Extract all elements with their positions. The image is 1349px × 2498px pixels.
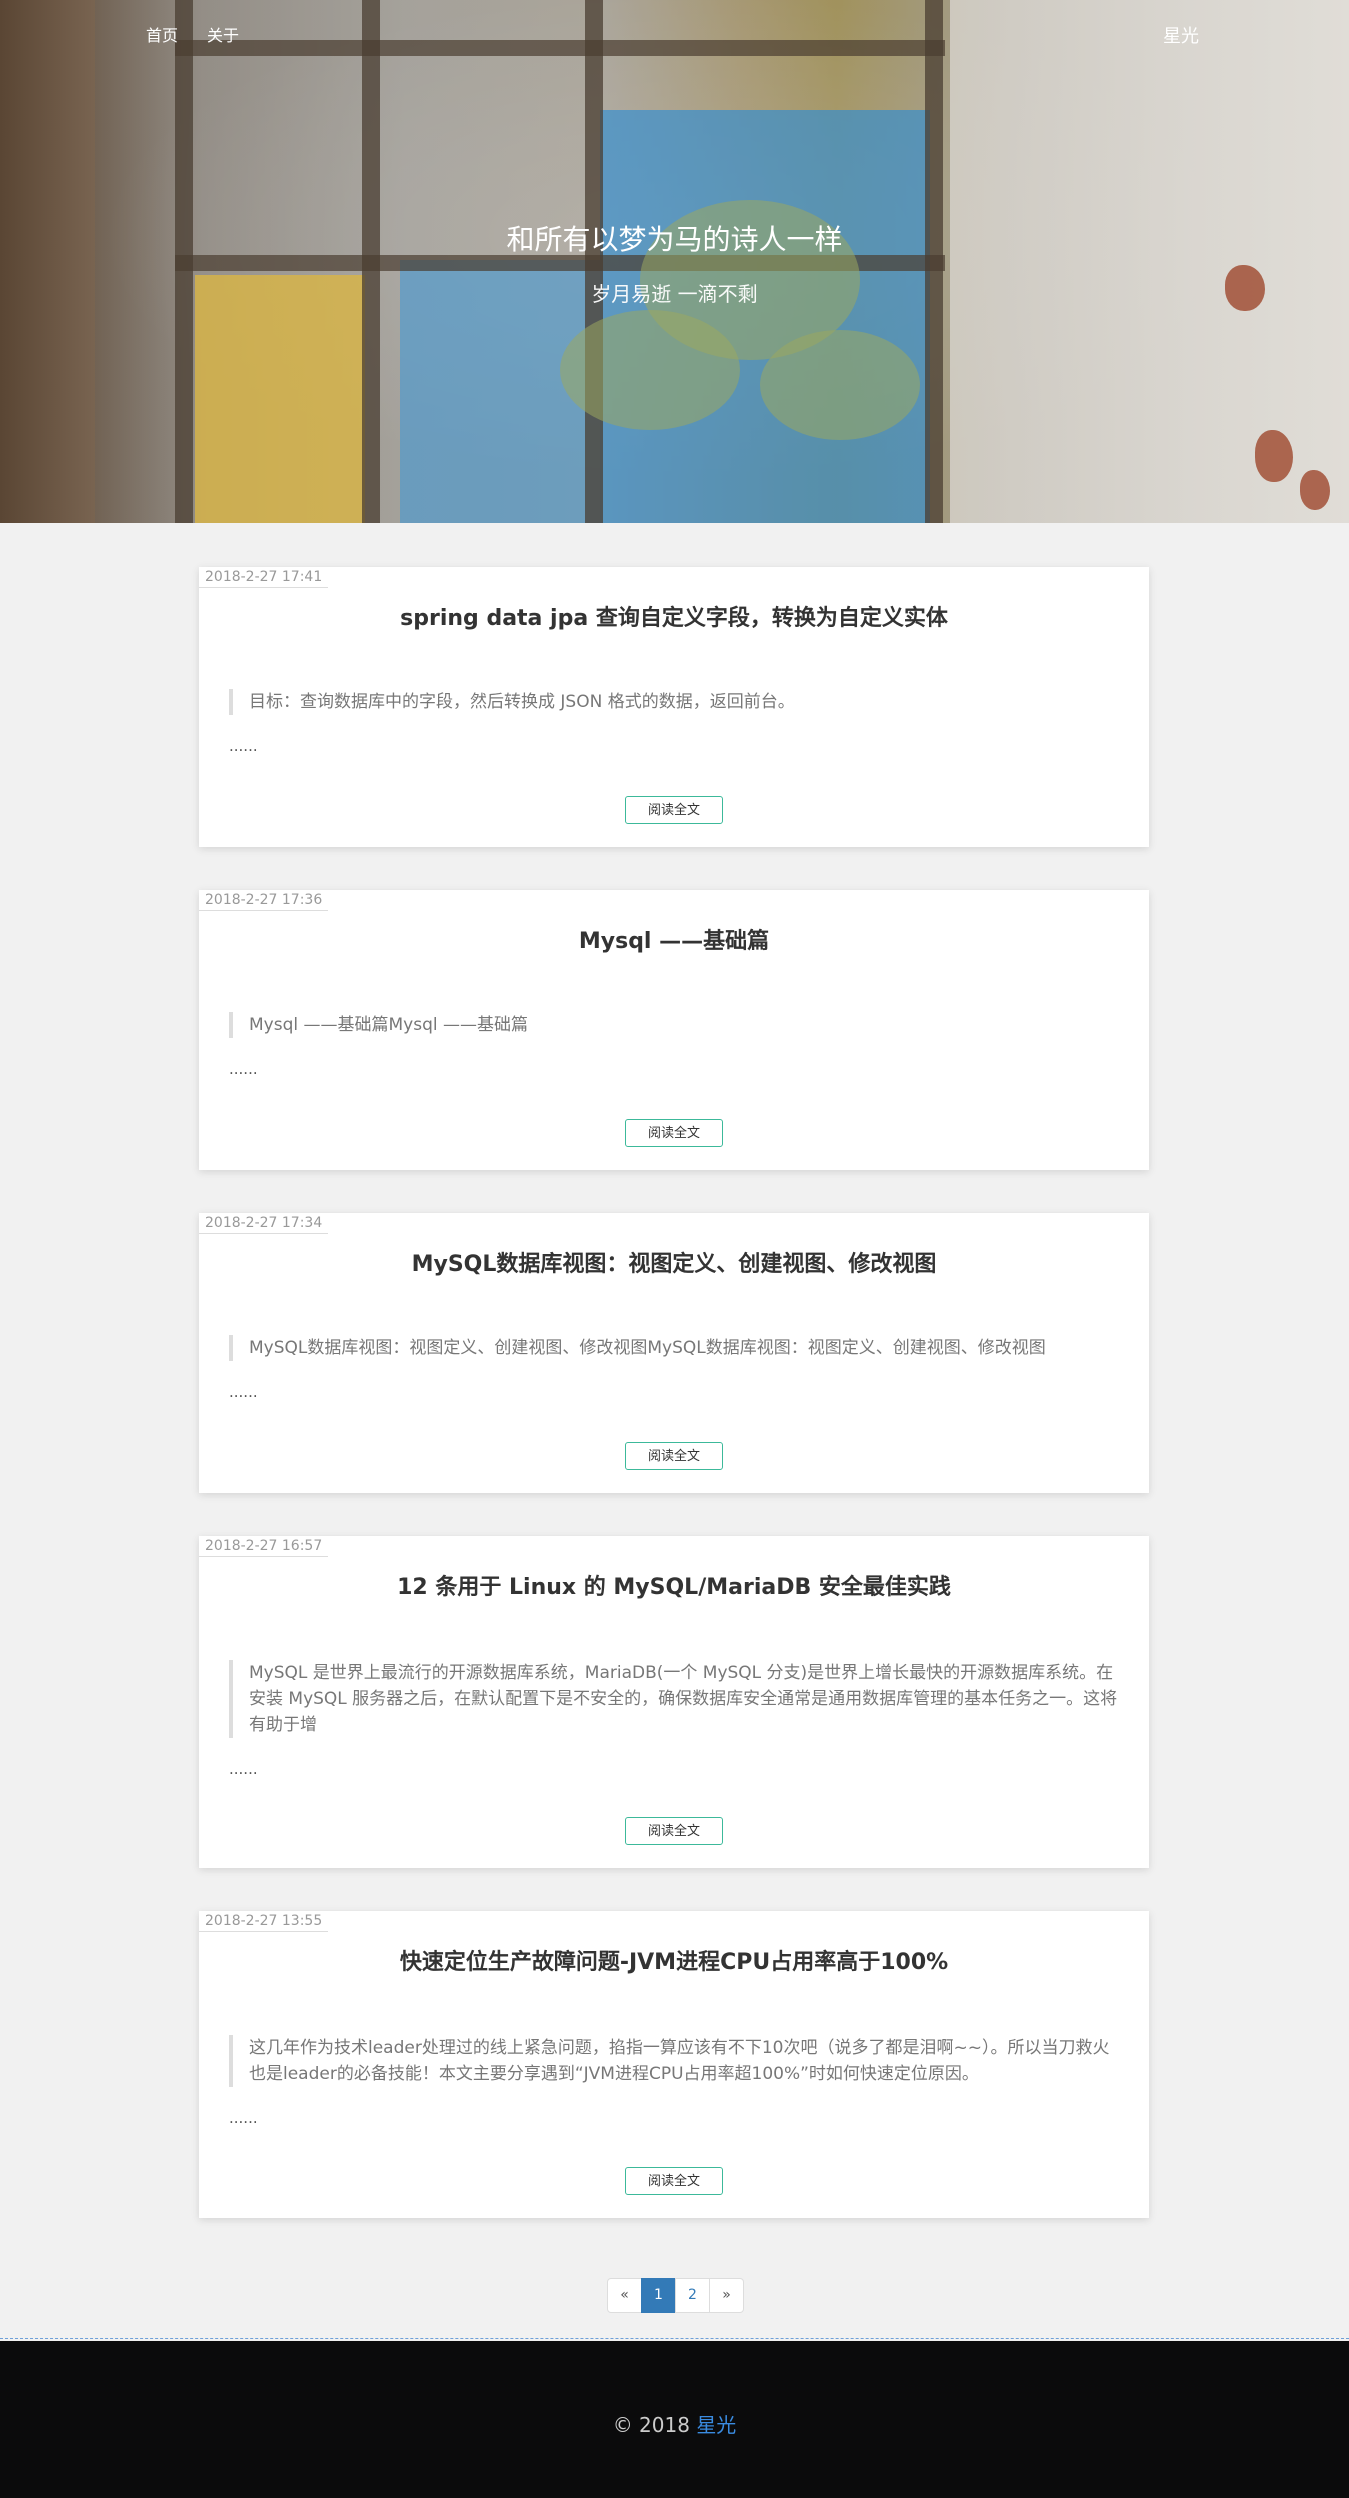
footer-copyright: © 2018 星光 xyxy=(0,2409,1349,2438)
hero-subtitle: 岁月易逝 一滴不剩 xyxy=(591,282,758,306)
post-ellipsis: ...... xyxy=(229,737,258,755)
pagination-page-1[interactable]: 1 xyxy=(641,2278,676,2313)
dried-flower xyxy=(1255,430,1293,482)
post-card: 2018-2-27 17:36 Mysql ——基础篇 Mysql ——基础篇M… xyxy=(199,890,1149,1170)
read-more-button[interactable]: 阅读全文 xyxy=(625,1442,723,1470)
post-title[interactable]: 快速定位生产故障问题-JVM进程CPU占用率高于100% xyxy=(199,1944,1149,1976)
plant-leaves xyxy=(760,330,920,440)
post-card: 2018-2-27 17:34 MySQL数据库视图：视图定义、创建视图、修改视… xyxy=(199,1213,1149,1493)
post-title[interactable]: MySQL数据库视图：视图定义、创建视图、修改视图 xyxy=(199,1246,1149,1278)
pagination-prev-button[interactable]: « xyxy=(607,2278,642,2313)
pagination-next-button[interactable]: » xyxy=(709,2278,744,2313)
read-more-button[interactable]: 阅读全文 xyxy=(625,1817,723,1845)
hero-background-shadow xyxy=(0,0,95,523)
post-excerpt: MySQL数据库视图：视图定义、创建视图、修改视图MySQL数据库视图：视图定义… xyxy=(229,1335,1119,1361)
nav-about-link[interactable]: 关于 xyxy=(207,22,239,46)
post-excerpt: Mysql ——基础篇Mysql ——基础篇 xyxy=(229,1012,1119,1038)
hero-title: 和所有以梦为马的诗人一样 xyxy=(506,223,843,256)
footer-divider xyxy=(0,2338,1349,2339)
read-more-button[interactable]: 阅读全文 xyxy=(625,2167,723,2195)
post-title[interactable]: 12 条用于 Linux 的 MySQL/MariaDB 安全最佳实践 xyxy=(199,1569,1149,1601)
footer: © 2018 星光 xyxy=(0,2341,1349,2498)
window-frame xyxy=(175,40,945,56)
plant-leaves xyxy=(560,310,740,430)
nav-home-link[interactable]: 首页 xyxy=(146,22,178,46)
post-excerpt: 这几年作为技术leader处理过的线上紧急问题，掐指一算应该有不下10次吧（说多… xyxy=(229,2035,1119,2087)
post-ellipsis: ...... xyxy=(229,2109,258,2127)
hero-background-yellow-glass xyxy=(195,275,365,523)
pagination: « 1 2 » xyxy=(607,2278,744,2313)
post-card: 2018-2-27 16:57 12 条用于 Linux 的 MySQL/Mar… xyxy=(199,1536,1149,1868)
post-excerpt: MySQL 是世界上最流行的开源数据库系统，MariaDB(一个 MySQL 分… xyxy=(229,1660,1119,1738)
post-title[interactable]: spring data jpa 查询自定义字段，转换为自定义实体 xyxy=(199,600,1149,632)
post-date: 2018-2-27 17:34 xyxy=(199,1213,329,1234)
dried-flower xyxy=(1300,470,1330,510)
post-title[interactable]: Mysql ——基础篇 xyxy=(199,923,1149,955)
read-more-button[interactable]: 阅读全文 xyxy=(625,1119,723,1147)
hero-banner: 首页 关于 星光 和所有以梦为马的诗人一样 岁月易逝 一滴不剩 xyxy=(0,0,1349,523)
post-ellipsis: ...... xyxy=(229,1060,258,1078)
post-date: 2018-2-27 17:41 xyxy=(199,567,329,588)
post-date: 2018-2-27 13:55 xyxy=(199,1911,329,1932)
post-card: 2018-2-27 17:41 spring data jpa 查询自定义字段，… xyxy=(199,567,1149,847)
post-date: 2018-2-27 17:36 xyxy=(199,890,329,911)
post-ellipsis: ...... xyxy=(229,1760,258,1778)
post-ellipsis: ...... xyxy=(229,1383,258,1401)
read-more-button[interactable]: 阅读全文 xyxy=(625,796,723,824)
pagination-page-2[interactable]: 2 xyxy=(675,2278,710,2313)
post-date: 2018-2-27 16:57 xyxy=(199,1536,329,1557)
post-card: 2018-2-27 13:55 快速定位生产故障问题-JVM进程CPU占用率高于… xyxy=(199,1911,1149,2218)
site-brand[interactable]: 星光 xyxy=(1163,22,1199,48)
copyright-text: © 2018 xyxy=(612,2413,690,2437)
post-excerpt: 目标：查询数据库中的字段，然后转换成 JSON 格式的数据，返回前台。 xyxy=(229,689,1119,715)
footer-brand-link[interactable]: 星光 xyxy=(696,2413,736,2437)
